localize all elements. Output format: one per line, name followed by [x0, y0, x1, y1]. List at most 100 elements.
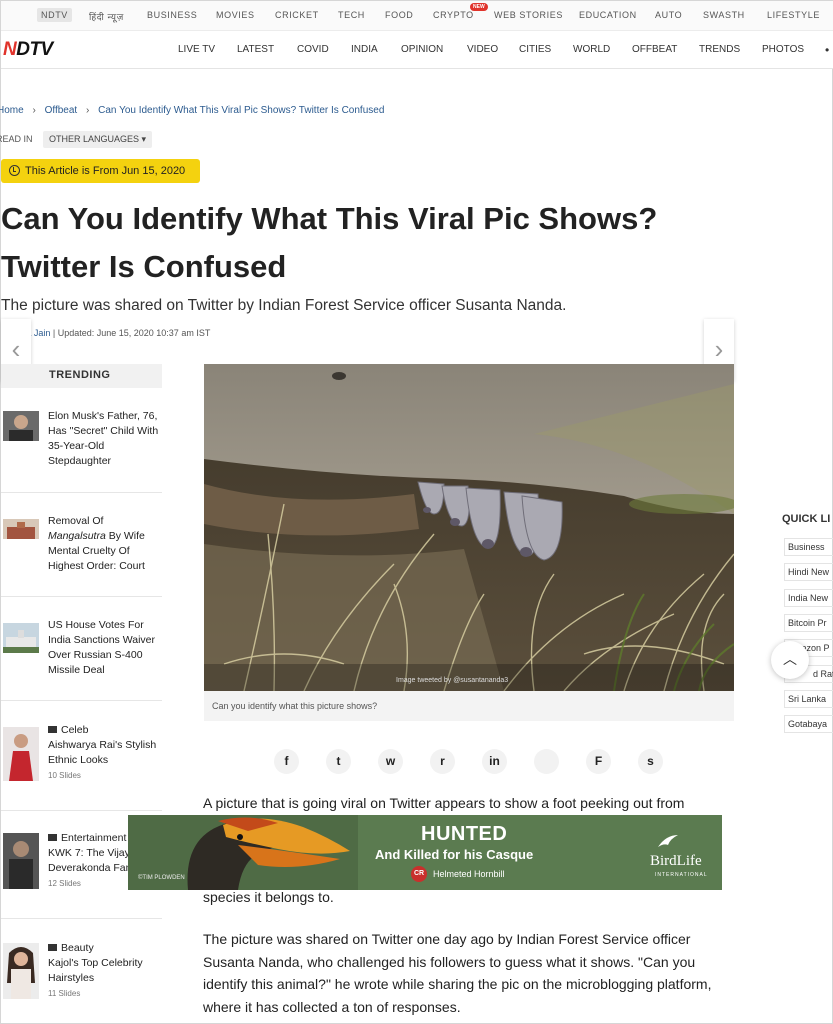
trending-item[interactable]: Celeb Aishwarya Rai's Stylish Ethnic Loo… — [1, 701, 162, 811]
nav-opinion[interactable]: OPINION — [401, 44, 443, 55]
nav-latest[interactable]: LATEST — [237, 44, 274, 55]
byline: | Sanya Jain | Updated: June 15, 2020 10… — [1, 328, 210, 338]
ad-brand-sub: INTERNATIONAL — [655, 872, 708, 878]
flipboard-icon[interactable]: F — [586, 749, 611, 774]
ad-banner[interactable]: ©TIM PLOWDEN HUNTED And Killed for his C… — [128, 815, 722, 890]
trending-gallery-text: Beauty Kajol's Top Celebrity Hairstyles … — [48, 941, 163, 1001]
trending-headline: Elon Musk's Father, 76, Has "Secret" Chi… — [48, 410, 159, 467]
top-link-food[interactable]: FOOD — [385, 10, 413, 20]
trending-thumbnail — [3, 727, 39, 781]
more-menu-icon[interactable]: • — [825, 43, 829, 57]
trending-title: TRENDING — [1, 364, 162, 388]
facebook-icon[interactable]: f — [274, 749, 299, 774]
breadcrumb-current[interactable]: Can You Identify What This Viral Pic Sho… — [98, 105, 384, 116]
trending-item[interactable]: Beauty Kajol's Top Celebrity Hairstyles … — [1, 919, 162, 1024]
trending-category: Celeb — [48, 723, 163, 738]
trending-thumbnail — [3, 519, 39, 539]
top-link-crypto[interactable]: CRYPTO — [433, 10, 474, 20]
ad-photo-credit: ©TIM PLOWDEN — [138, 875, 185, 881]
breadcrumb-home[interactable]: Home — [0, 105, 24, 116]
article-photo-art — [204, 364, 734, 691]
trending-headline-em: Mangalsutra — [48, 530, 106, 542]
quick-link-item[interactable]: Gotabaya — [784, 715, 833, 733]
nav-india[interactable]: INDIA — [351, 44, 378, 55]
nav-offbeat[interactable]: OFFBEAT — [632, 44, 677, 55]
trending-gallery-text: Celeb Aishwarya Rai's Stylish Ethnic Loo… — [48, 723, 163, 783]
other-languages-label: OTHER LANGUAGES — [49, 134, 140, 144]
gallery-icon — [48, 944, 57, 951]
ad-status-badge: CR — [411, 866, 427, 882]
snapchat-icon[interactable]: s — [638, 749, 663, 774]
article-date-badge: This Article is From Jun 15, 2020 — [1, 159, 200, 183]
twitter-icon[interactable]: t — [326, 749, 351, 774]
read-in-label: READ IN — [0, 134, 33, 144]
gallery-icon — [48, 726, 57, 733]
byline-updated: | Updated: June 15, 2020 10:37 am IST — [50, 328, 211, 338]
new-badge: NEW — [470, 3, 488, 11]
breadcrumb-offbeat[interactable]: Offbeat — [45, 105, 78, 116]
quick-link-item[interactable]: India New — [784, 589, 833, 607]
top-strip: NDTV हिंदी न्यूज़ BUSINESS MOVIES CRICKE… — [1, 1, 833, 31]
whatsapp-icon[interactable]: w — [378, 749, 403, 774]
main-nav: NDTV LIVE TV LATEST COVID INDIA OPINION … — [1, 31, 833, 69]
trending-item[interactable]: US House Votes For India Sanctions Waive… — [1, 597, 162, 701]
ad-species-name: Helmeted Hornbill — [433, 869, 505, 879]
top-link-swasth[interactable]: SWASTH — [703, 10, 745, 20]
trending-headline: US House Votes For India Sanctions Waive… — [48, 619, 155, 676]
photo-caption: Can you identify what this picture shows… — [204, 691, 734, 721]
top-link-tech[interactable]: TECH — [338, 10, 365, 20]
top-link-lifestyle[interactable]: LIFESTYLE — [767, 10, 820, 20]
top-link-business[interactable]: BUSINESS — [147, 10, 197, 20]
scroll-to-top-button[interactable]: ︿ — [771, 641, 809, 679]
linkedin-icon[interactable]: in — [482, 749, 507, 774]
quick-link-item[interactable]: Bitcoin Pr — [784, 614, 833, 632]
trending-category: Beauty — [48, 941, 163, 956]
top-link-movies[interactable]: MOVIES — [216, 10, 255, 20]
birdlife-logo-icon — [658, 835, 678, 847]
top-link-hindi[interactable]: हिंदी न्यूज़ — [89, 10, 124, 23]
top-link-education[interactable]: EDUCATION — [579, 10, 637, 20]
nav-covid[interactable]: COVID — [297, 44, 329, 55]
other-languages-dropdown[interactable]: OTHER LANGUAGES ▾ — [43, 131, 153, 148]
nav-live-tv[interactable]: LIVE TV — [178, 44, 215, 55]
quick-link-item[interactable]: Business — [784, 538, 833, 556]
breadcrumb-chevron-icon: › — [86, 105, 90, 116]
top-link-ndtv[interactable]: NDTV — [37, 8, 72, 22]
trending-item[interactable]: Removal Of Mangalsutra By Wife Mental Cr… — [1, 493, 162, 597]
article-date-text: This Article is From Jun 15, 2020 — [25, 165, 186, 177]
top-link-auto[interactable]: AUTO — [655, 10, 682, 20]
quick-link-item[interactable]: Hindi New — [784, 563, 833, 581]
trending-headline: Kajol's Top Celebrity Hairstyles — [48, 957, 143, 984]
blank-share-icon[interactable] — [534, 749, 559, 774]
nav-photos[interactable]: PHOTOS — [762, 44, 804, 55]
ad-brand: BirdLife — [650, 853, 702, 869]
quick-link-item[interactable]: Sri Lanka — [784, 690, 833, 708]
trending-headline: Aishwarya Rai's Stylish Ethnic Looks — [48, 739, 157, 766]
logo-main: DTV — [16, 39, 53, 60]
nav-world[interactable]: WORLD — [573, 44, 610, 55]
clock-icon — [9, 165, 20, 176]
top-link-cricket[interactable]: CRICKET — [275, 10, 319, 20]
trending-item[interactable]: Elon Musk's Father, 76, Has "Secret" Chi… — [1, 391, 162, 493]
breadcrumb-chevron-icon: › — [32, 105, 36, 116]
reddit-icon[interactable]: r — [430, 749, 455, 774]
gallery-icon — [48, 834, 57, 841]
logo-prefix: N — [3, 39, 17, 60]
trending-thumbnail — [3, 833, 39, 889]
ndtv-logo[interactable]: NDTV — [3, 39, 53, 61]
trending-thumbnail — [3, 943, 39, 999]
trending-slides-count: 11 Slides — [48, 989, 81, 998]
chevron-right-icon: › — [714, 334, 724, 364]
nav-cities[interactable]: CITIES — [519, 44, 551, 55]
quick-links-title: QUICK LI — [782, 513, 831, 525]
trending-thumbnail — [3, 623, 39, 653]
top-link-web-stories[interactable]: WEB STORIES — [494, 10, 563, 20]
trending-category-label: Celeb — [61, 724, 89, 736]
chevron-up-icon: ︿ — [783, 651, 797, 667]
nav-trends[interactable]: TRENDS — [699, 44, 740, 55]
article-subheadline: The picture was shared on Twitter by Ind… — [1, 297, 567, 314]
trending-headline: Removal Of Mangalsutra By Wife Mental Cr… — [48, 514, 163, 574]
caret-down-icon: ▾ — [141, 134, 147, 144]
nav-video[interactable]: VIDEO — [467, 44, 498, 55]
photo-credit: Image tweeted by @susantananda3 — [396, 677, 509, 684]
